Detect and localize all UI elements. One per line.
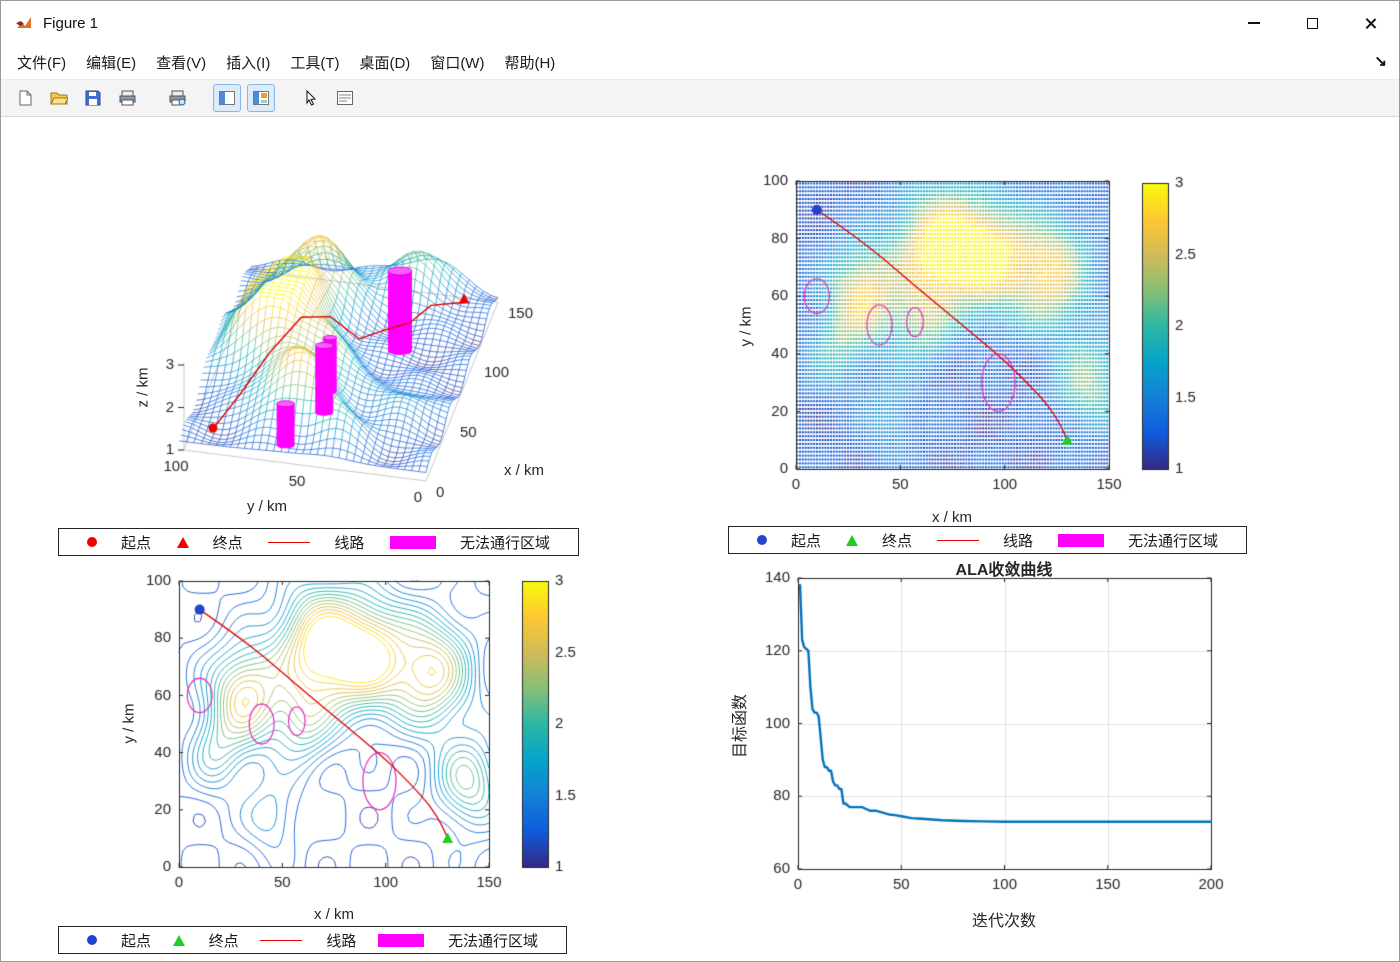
- close-button[interactable]: [1341, 1, 1399, 45]
- matlab-logo-icon: [15, 14, 33, 32]
- legend-item-route: 线路: [268, 532, 364, 553]
- legend-contour-plot: 起点 终点 线路 无法通行区域: [58, 926, 567, 954]
- menu-item-view[interactable]: 查看(V): [146, 47, 216, 78]
- end-marker-icon: [176, 536, 189, 548]
- menu-item-tools[interactable]: 工具(T): [280, 47, 349, 78]
- legend-label: 终点: [208, 932, 239, 950]
- menu-item-desktop[interactable]: 桌面(D): [349, 47, 420, 78]
- legend-label: 终点: [212, 534, 243, 552]
- legend-label: 终点: [881, 532, 912, 550]
- dock-figure-icon[interactable]: ↘: [1374, 52, 1387, 70]
- legend-label: 起点: [121, 932, 152, 950]
- legend-item-route: 线路: [260, 930, 356, 951]
- legend-item-blocked: 无法通行区域: [1057, 530, 1218, 551]
- figure-plots-canvas[interactable]: [1, 1, 1399, 961]
- menu-item-edit[interactable]: 编辑(E): [76, 47, 146, 78]
- menubar: 文件(F) 编辑(E) 查看(V) 插入(I) 工具(T) 桌面(D) 窗口(W…: [1, 45, 1399, 79]
- legend-item-start: 起点: [87, 930, 151, 951]
- menu-item-help[interactable]: 帮助(H): [494, 47, 565, 78]
- blocked-area-icon: [389, 535, 436, 549]
- route-line-icon: [260, 939, 303, 941]
- legend-item-start: 起点: [87, 532, 151, 553]
- legend-label: 无法通行区域: [1127, 532, 1218, 550]
- legend-item-start: 起点: [757, 530, 821, 551]
- legend-label: 起点: [791, 532, 822, 550]
- legend-item-end: 终点: [845, 530, 912, 551]
- minimize-icon: [1248, 22, 1260, 24]
- route-line-icon: [268, 541, 311, 543]
- route-line-icon: [936, 539, 979, 541]
- minimize-button[interactable]: [1225, 1, 1283, 45]
- menu-item-file[interactable]: 文件(F): [7, 47, 76, 78]
- menu-item-window[interactable]: 窗口(W): [420, 47, 494, 78]
- menu-item-insert[interactable]: 插入(I): [216, 47, 280, 78]
- legend-label: 线路: [1002, 532, 1033, 550]
- start-marker-icon: [757, 535, 767, 545]
- blocked-area-icon: [377, 933, 424, 947]
- legend-label: 起点: [121, 534, 152, 552]
- legend-field-plot: 起点 终点 线路 无法通行区域: [728, 526, 1247, 554]
- start-marker-icon: [87, 537, 97, 547]
- legend-3d-plot: 起点 终点 线路 无法通行区域: [58, 528, 579, 556]
- figure-window: Figure 1 文件(F) 编辑(E) 查看(V) 插入(I) 工具(T) 桌…: [0, 0, 1400, 962]
- legend-item-blocked: 无法通行区域: [389, 532, 550, 553]
- legend-label: 线路: [326, 932, 357, 950]
- titlebar: Figure 1: [1, 1, 1399, 45]
- close-icon: [1364, 17, 1377, 30]
- end-marker-icon: [845, 534, 858, 546]
- legend-label: 无法通行区域: [447, 932, 538, 950]
- legend-item-route: 线路: [936, 530, 1033, 551]
- window-title: Figure 1: [43, 14, 99, 32]
- blocked-area-icon: [1057, 533, 1104, 547]
- end-marker-icon: [172, 934, 185, 946]
- legend-label: 无法通行区域: [459, 534, 550, 552]
- legend-item-end: 终点: [176, 532, 243, 553]
- window-controls: [1225, 1, 1399, 45]
- legend-item-blocked: 无法通行区域: [377, 930, 538, 951]
- start-marker-icon: [87, 935, 97, 945]
- legend-item-end: 终点: [172, 930, 239, 951]
- maximize-icon: [1306, 17, 1318, 29]
- legend-label: 线路: [334, 534, 365, 552]
- maximize-button[interactable]: [1283, 1, 1341, 45]
